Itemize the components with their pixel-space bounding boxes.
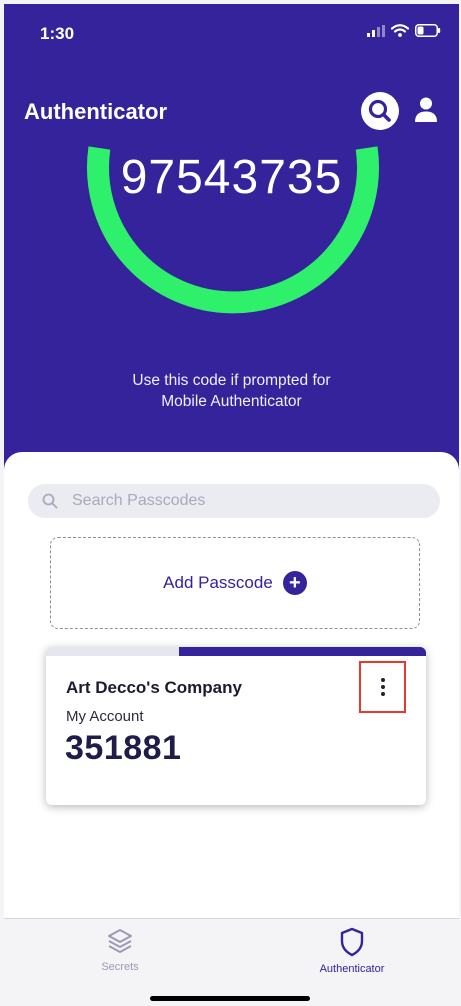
layers-icon: [108, 929, 132, 953]
card-account: My Account: [66, 708, 144, 725]
more-options-button[interactable]: [359, 661, 406, 713]
search-input[interactable]: [72, 492, 412, 510]
code-hint-line1: Use this code if prompted for: [132, 372, 331, 389]
nav-label-authenticator: Authenticator: [319, 963, 385, 975]
passcode-card[interactable]: Art Decco's Company My Account 351881: [46, 647, 426, 805]
add-passcode-button[interactable]: Add Passcode +: [50, 537, 420, 629]
more-vert-icon: [380, 685, 385, 689]
magnifier-icon: [42, 493, 58, 509]
card-code: 351881: [65, 729, 182, 767]
add-passcode-label: Add Passcode: [163, 573, 273, 592]
timer-ring: [87, 146, 379, 314]
wifi-icon: [391, 24, 409, 37]
nav-item-secrets[interactable]: Secrets: [80, 927, 160, 973]
status-bar: 1:30: [4, 4, 459, 60]
time-progress-fill: [179, 647, 426, 656]
code-hint: Use this code if prompted for Mobile Aut…: [4, 370, 459, 412]
content-sheet: Add Passcode + Art Decco's Company My Ac…: [4, 452, 459, 922]
search-bar[interactable]: [28, 484, 440, 518]
screen: 1:30 Authenticator 97543735 Use this cod…: [0, 0, 461, 1006]
app-header: 1:30 Authenticator 97543735 Use this cod…: [4, 4, 459, 494]
nav-label-secrets: Secrets: [101, 961, 139, 973]
card-company: Art Decco's Company: [66, 678, 242, 697]
home-indicator: [150, 996, 310, 1001]
signal-icon: [367, 24, 385, 37]
nav-item-authenticator[interactable]: Authenticator: [302, 927, 402, 975]
more-vert-icon: [380, 678, 385, 682]
more-vert-icon: [380, 692, 385, 696]
main-passcode: 97543735: [120, 151, 343, 204]
battery-icon: [415, 24, 441, 37]
bottom-nav: Secrets Authenticator: [4, 918, 459, 1002]
plus-icon: +: [282, 571, 307, 595]
code-hint-line2: Mobile Authenticator: [161, 393, 302, 410]
time-progress-track: [46, 647, 426, 656]
person-icon[interactable]: [414, 96, 438, 124]
status-time: 1:30: [40, 24, 75, 43]
shield-icon: [340, 927, 364, 957]
status-icons: [367, 24, 441, 37]
